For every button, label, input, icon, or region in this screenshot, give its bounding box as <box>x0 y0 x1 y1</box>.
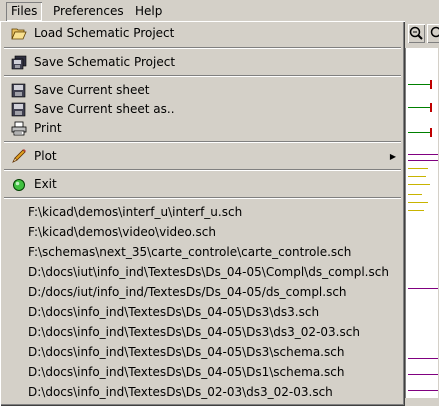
recent-file-label: D:\docs\info_ind\TextesDs\Ds_04-05\Ds3\s… <box>28 345 345 359</box>
menu-files[interactable]: Files <box>6 2 42 21</box>
save-schematic-project-item[interactable]: Save Schematic Project <box>3 53 402 72</box>
recent-file-label: D:\docs\iut\info_ind\TextesDs\Ds_04-05\C… <box>28 265 389 279</box>
save-all-icon <box>11 55 27 70</box>
printer-icon <box>11 121 27 136</box>
save-current-sheet-as-label: Save Current sheet as.. <box>34 102 175 116</box>
menubar: Files Preferences Help <box>0 0 439 22</box>
recent-file-label: F:\kicad\demos\interf_u\interf_u.sch <box>28 205 243 219</box>
menu-separator <box>4 141 401 143</box>
bus-line <box>408 288 438 289</box>
save-current-sheet-as-item[interactable]: Save Current sheet as.. <box>3 100 402 119</box>
load-schematic-project-item[interactable]: Load Schematic Project <box>3 24 402 43</box>
label-mark <box>408 168 428 169</box>
label-mark <box>408 194 422 195</box>
recent-file-item[interactable]: F:\schemas\next_35\carte_controle\carte_… <box>3 243 402 262</box>
print-label: Print <box>34 121 62 135</box>
recent-file-item[interactable]: D:\docs\info_ind\TextesDs\Ds_04-05\Ds1\s… <box>3 363 402 382</box>
menu-separator <box>4 47 401 49</box>
label-mark <box>408 202 428 203</box>
recent-file-item[interactable]: F:\kicad\demos\interf_u\interf_u.sch <box>3 203 402 222</box>
save-current-sheet-item[interactable]: Save Current sheet <box>3 81 402 100</box>
bus-line <box>408 374 438 375</box>
menu-help[interactable]: Help <box>130 2 167 21</box>
save-current-sheet-label: Save Current sheet <box>34 83 150 97</box>
recent-file-label: D:\docs\info_ind\TextesDs\Ds_04-05\Ds1\s… <box>28 365 345 379</box>
recent-file-label: D:\docs\info_ind\TextesDs\Ds_04-05\Ds3\d… <box>28 305 320 319</box>
save-schematic-project-label: Save Schematic Project <box>34 55 176 69</box>
bus-line <box>408 160 438 161</box>
recent-file-label: D:\docs\info_ind\TextesDs\Ds_02-03\ds3_0… <box>28 385 333 399</box>
recent-file-label: D:\docs\info_ind\TextesDs\Ds_04-05\Ds3\d… <box>28 325 360 339</box>
pencil-icon <box>11 149 27 164</box>
wire <box>408 84 430 85</box>
load-schematic-project-label: Load Schematic Project <box>34 26 175 40</box>
app-background <box>405 22 439 406</box>
recent-file-label: D:/docs/iut/info_ind/TextesDs/Ds_04-05/d… <box>28 285 347 299</box>
recent-file-item[interactable]: D:/docs/iut/info_ind/TextesDs/Ds_04-05/d… <box>3 283 402 302</box>
wire <box>408 107 430 108</box>
wire <box>408 132 430 133</box>
label-mark <box>408 176 426 177</box>
component-pin <box>430 128 432 137</box>
recent-file-label: F:\kicad\demos\video\video.sch <box>28 225 216 239</box>
floppy-disk-icon <box>11 83 27 98</box>
exit-item[interactable]: Exit <box>3 175 402 194</box>
exit-icon <box>11 177 27 192</box>
recent-file-item[interactable]: D:\docs\info_ind\TextesDs\Ds_04-05\Ds3\d… <box>3 303 402 322</box>
folder-open-icon <box>11 26 27 41</box>
plot-label: Plot <box>34 149 57 163</box>
bus-line <box>408 154 438 155</box>
bus-line <box>408 390 438 391</box>
label-mark <box>408 184 430 185</box>
recent-file-item[interactable]: D:\docs\info_ind\TextesDs\Ds_04-05\Ds3\s… <box>3 343 402 362</box>
exit-label: Exit <box>34 177 57 191</box>
print-item[interactable]: Print <box>3 119 402 138</box>
component-pin <box>430 80 432 89</box>
recent-file-item[interactable]: D:\docs\info_ind\TextesDs\Ds_04-05\Ds3\d… <box>3 323 402 342</box>
floppy-disk-icon <box>11 102 27 117</box>
menu-separator <box>4 197 401 199</box>
menu-separator <box>4 169 401 171</box>
recent-file-item[interactable]: D:\docs\iut\info_ind\TextesDs\Ds_04-05\C… <box>3 263 402 282</box>
files-dropdown-menu: Load Schematic Project Save Schematic Pr… <box>0 21 405 406</box>
bus-line <box>408 358 438 359</box>
recent-file-item[interactable]: F:\kicad\demos\video\video.sch <box>3 223 402 242</box>
menu-separator <box>4 75 401 77</box>
zoom-in-icon[interactable] <box>427 24 439 43</box>
plot-item[interactable]: Plot ▶ <box>3 147 402 166</box>
label-mark <box>408 210 424 211</box>
submenu-arrow-icon: ▶ <box>389 152 396 161</box>
recent-file-label: F:\schemas\next_35\carte_controle\carte_… <box>28 245 352 259</box>
schematic-canvas[interactable] <box>405 48 438 398</box>
component-pin <box>430 103 432 112</box>
recent-file-item[interactable]: D:\docs\info_ind\TextesDs\Ds_02-03\ds3_0… <box>3 383 402 402</box>
zoom-icon[interactable] <box>408 24 425 43</box>
menu-preferences[interactable]: Preferences <box>48 2 129 21</box>
